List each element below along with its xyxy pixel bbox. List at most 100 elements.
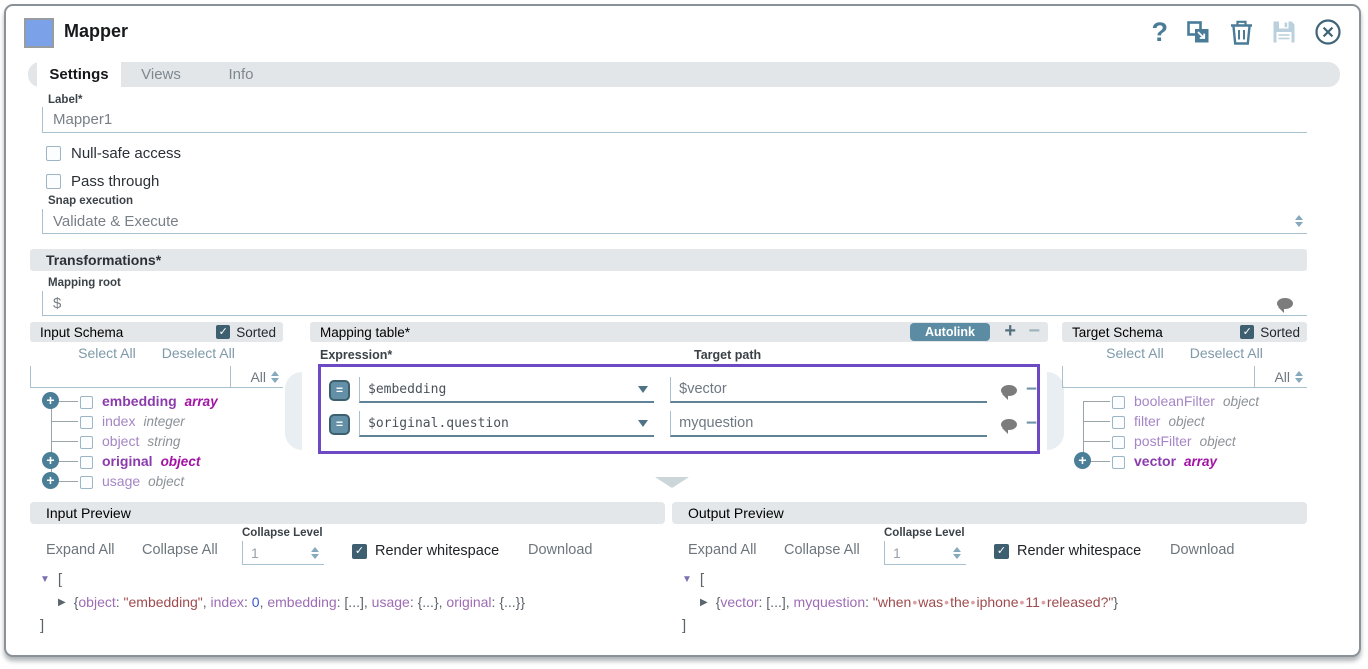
expression-dropdown-icon[interactable] — [638, 420, 648, 427]
schema-item-type: integer — [143, 414, 184, 429]
collapse-down-handle[interactable] — [655, 477, 689, 488]
tree-branch-line — [1083, 421, 1110, 422]
delete-icon[interactable] — [1229, 19, 1254, 46]
target-schema-search-input[interactable] — [1062, 366, 1255, 388]
delete-row-icon[interactable]: − — [1026, 419, 1037, 429]
output-render-whitespace-checkbox[interactable] — [994, 544, 1009, 559]
tab-views[interactable]: Views — [121, 62, 201, 87]
input-render-whitespace-checkbox[interactable] — [352, 544, 367, 559]
schema-item-checkbox[interactable] — [80, 416, 93, 429]
scope-spinner-icon[interactable] — [271, 371, 279, 383]
input-collapse-level-input[interactable]: 1 — [242, 541, 324, 565]
output-collapse-level-value: 1 — [885, 545, 953, 561]
caret-down-icon[interactable]: ▼ — [40, 568, 50, 591]
target-schema-scope-select[interactable]: All — [1255, 366, 1307, 388]
target-sorted-checkbox[interactable] — [1240, 325, 1254, 339]
caret-right-icon[interactable]: ▶ — [58, 591, 66, 614]
target-select-all-link[interactable]: Select All — [1106, 345, 1164, 361]
input-schema-title: Input Schema — [40, 325, 123, 340]
output-collapse-level-input[interactable]: 1 — [884, 541, 966, 565]
schema-item-filter[interactable]: filterobject — [1062, 411, 1307, 431]
add-row-button[interactable]: + — [1004, 320, 1016, 343]
schema-item-type: string — [147, 434, 180, 449]
label-input[interactable]: Mapper1 — [42, 107, 1307, 133]
target-path-input[interactable]: $vector — [670, 377, 987, 403]
input-schema-search-input[interactable] — [30, 366, 231, 388]
schema-item-checkbox[interactable] — [1112, 456, 1125, 469]
mapping-table-panel: Mapping table* Autolink + − Expression* … — [310, 322, 1048, 494]
schema-item-name: postFilter — [1134, 433, 1192, 449]
schema-item-index[interactable]: indexinteger — [30, 411, 283, 431]
tab-settings[interactable]: Settings — [37, 62, 121, 87]
output-download-link[interactable]: Download — [1170, 542, 1235, 558]
comment-icon[interactable] — [1001, 385, 1017, 396]
schema-item-embedding[interactable]: +embeddingarray — [30, 391, 283, 411]
target-schema-links: Select All Deselect All — [1062, 342, 1307, 364]
pass-through-checkbox[interactable] — [46, 174, 61, 189]
comment-icon[interactable] — [1001, 419, 1017, 430]
schema-item-checkbox[interactable] — [80, 476, 93, 489]
input-collapse-all-link[interactable]: Collapse All — [142, 542, 218, 558]
input-deselect-all-link[interactable]: Deselect All — [162, 345, 235, 361]
json-tokens: {object: "embedding", index: 0, embeddin… — [74, 591, 525, 614]
comment-icon[interactable] — [1277, 298, 1293, 309]
expression-toggle-button[interactable]: = — [329, 414, 350, 435]
expand-plus-icon[interactable]: + — [42, 452, 59, 469]
target-schema-header: Target Schema Sorted — [1062, 322, 1307, 342]
output-expand-all-link[interactable]: Expand All — [688, 542, 757, 558]
duplicate-icon[interactable] — [1185, 19, 1212, 46]
level-spinner-icon[interactable] — [953, 547, 966, 559]
input-schema-scope-select[interactable]: All — [231, 366, 283, 388]
output-collapse-all-link[interactable]: Collapse All — [784, 542, 860, 558]
input-download-link[interactable]: Download — [528, 542, 593, 558]
schema-item-checkbox[interactable] — [80, 396, 93, 409]
schema-item-checkbox[interactable] — [1112, 396, 1125, 409]
remove-row-button[interactable]: − — [1028, 320, 1040, 343]
target-path-input[interactable]: myquestion — [670, 411, 987, 437]
schema-item-vector[interactable]: +vectorarray — [1062, 451, 1307, 471]
expression-dropdown-icon[interactable] — [638, 386, 648, 393]
null-safe-checkbox[interactable] — [46, 146, 61, 161]
expand-plus-icon[interactable]: + — [1074, 452, 1091, 469]
expand-plus-icon[interactable]: + — [42, 392, 59, 409]
schema-item-checkbox[interactable] — [80, 456, 93, 469]
tab-info[interactable]: Info — [201, 62, 281, 87]
schema-item-checkbox[interactable] — [1112, 416, 1125, 429]
caret-down-icon[interactable]: ▼ — [682, 568, 692, 591]
input-expand-all-link[interactable]: Expand All — [46, 542, 115, 558]
schema-item-original[interactable]: +originalobject — [30, 451, 283, 471]
input-collapse-level-label: Collapse Level — [242, 527, 323, 539]
schema-item-usage[interactable]: +usageobject — [30, 471, 283, 491]
caret-right-icon[interactable]: ▶ — [700, 591, 708, 614]
pass-through-label: Pass through — [71, 173, 159, 190]
scope-spinner-icon[interactable] — [1295, 371, 1303, 383]
close-icon[interactable] — [1314, 18, 1342, 46]
collapse-left-handle[interactable] — [285, 372, 302, 450]
mapping-root-input[interactable]: $ — [42, 291, 1307, 316]
input-select-all-link[interactable]: Select All — [78, 345, 136, 361]
schema-item-object[interactable]: objectstring — [30, 431, 283, 451]
schema-item-booleanFilter[interactable]: booleanFilterobject — [1062, 391, 1307, 411]
delete-row-icon[interactable]: − — [1026, 385, 1037, 395]
autolink-button[interactable]: Autolink — [910, 323, 990, 341]
input-sorted-checkbox[interactable] — [216, 325, 230, 339]
expression-input[interactable]: $original.question — [359, 411, 654, 437]
schema-item-postFilter[interactable]: postFilter object — [1062, 431, 1307, 451]
snap-execution-select[interactable]: Validate & Execute — [42, 209, 1307, 234]
json-token-key: object — [78, 594, 115, 610]
expand-plus-icon[interactable]: + — [42, 472, 59, 489]
input-preview-json: ▼ [ ▶ {object: "embedding", index: 0, em… — [40, 568, 525, 637]
schema-item-checkbox[interactable] — [80, 436, 93, 449]
schema-item-type: array — [185, 394, 218, 409]
target-deselect-all-link[interactable]: Deselect All — [1190, 345, 1263, 361]
select-spinner-icon[interactable] — [1295, 215, 1303, 227]
schema-item-type: object — [1200, 434, 1236, 449]
expression-toggle-button[interactable]: = — [329, 380, 350, 401]
save-icon[interactable] — [1271, 19, 1297, 45]
expression-input[interactable]: $embedding — [359, 377, 654, 403]
help-icon[interactable]: ? — [1152, 18, 1169, 46]
schema-item-checkbox[interactable] — [1112, 436, 1125, 449]
json-token-key: vector — [720, 594, 758, 610]
mapping-root-value: $ — [53, 295, 61, 312]
level-spinner-icon[interactable] — [311, 547, 324, 559]
